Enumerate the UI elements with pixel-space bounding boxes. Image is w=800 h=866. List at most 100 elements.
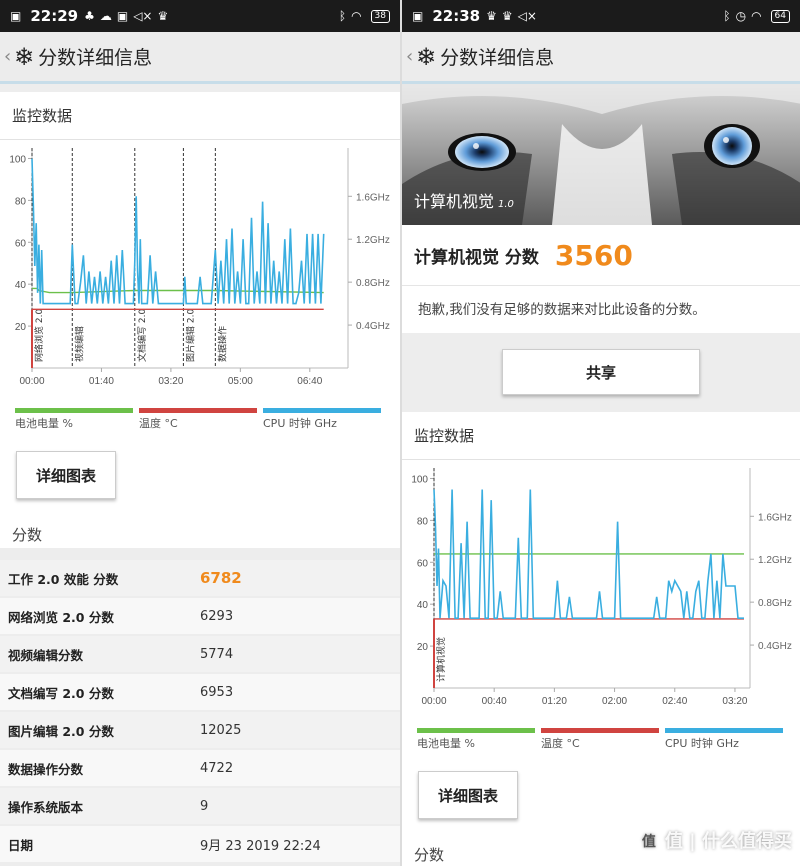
test-marker-label: 计算机视觉 xyxy=(435,637,447,682)
x-tick-label: 00:00 xyxy=(19,376,44,387)
monitor-chart: 20 40 60 80 100 0.4GHz 0.8GHz 1.2GHz 1.6GHz 00:00… xyxy=(9,148,390,387)
legend-cpu: CPU 时钟 GHz xyxy=(263,408,381,431)
y-tick-label-right: 1.2GHz xyxy=(758,555,792,566)
table-row: 图片编辑 2.0 分数 12025 xyxy=(0,712,400,748)
y-tick-label-left: 80 xyxy=(417,516,429,527)
score-name: 工作 2.0 效能 分数 xyxy=(8,571,119,587)
husky-hero-image: 计算机视觉 1.0 xyxy=(402,84,800,225)
status-bar: ▣ 22:38 ♛ ♛ ◁× ᛒ ◷ ◠ 64 xyxy=(402,0,800,32)
alarm-icon: ◷ xyxy=(735,9,747,23)
wifi-icon: ◠ xyxy=(751,9,762,23)
chart-legend: 电池电量 % 温度 °C CPU 时钟 GHz xyxy=(15,408,381,431)
score-value: 6782 xyxy=(200,569,242,587)
title-bar: ‹ ❄ 分数详细信息 xyxy=(0,32,400,84)
score-value: 3560 xyxy=(554,238,633,272)
score-value: 5774 xyxy=(200,646,234,662)
detail-chart-button[interactable]: 详细图表 xyxy=(418,771,518,819)
table-row: 数据操作分数 4722 xyxy=(0,750,400,786)
legend-temperature: 温度 °C xyxy=(139,408,257,431)
score-name: 操作系统版本 xyxy=(8,799,84,815)
score-value: 6293 xyxy=(200,608,234,624)
test-marker-label: 视频编辑 xyxy=(73,326,85,362)
battery-indicator: 64 xyxy=(770,9,790,23)
status-time: 22:38 xyxy=(432,7,481,25)
cloud-icon: ☁ xyxy=(99,9,112,23)
legend-swatch-cpu xyxy=(665,728,783,733)
scores-table: 工作 2.0 效能 分数 6782 网络浏览 2.0 分数 6293 视频编辑分数 5… xyxy=(0,560,400,864)
mute-icon: ◁× xyxy=(133,9,153,23)
legend-label: 温度 °C xyxy=(139,417,178,430)
cpu-clock-series-line xyxy=(31,158,325,305)
table-row: 视频编辑分数 5774 xyxy=(0,636,400,672)
image-icon: ▣ xyxy=(116,9,129,23)
title-bar: ‹ ❄ 分数详细信息 xyxy=(402,32,800,84)
score-value: 6953 xyxy=(200,684,234,700)
back-icon[interactable]: ‹ xyxy=(406,46,416,67)
status-time: 22:29 xyxy=(30,7,79,25)
page-title: 分数详细信息 xyxy=(38,47,153,69)
y-tick-label-right: 0.4GHz xyxy=(758,641,792,652)
legend-temperature: 温度 °C xyxy=(541,728,659,751)
y-tick-label-left: 100 xyxy=(411,474,428,485)
score-value: 9月 23 2019 22:24 xyxy=(200,838,321,854)
score-name: 网络浏览 2.0 分数 xyxy=(8,609,114,625)
table-row: 操作系统版本 9 xyxy=(0,788,400,824)
test-marker-label: 文档编写 2.0 xyxy=(136,309,148,362)
watermark-logo-icon: 值 xyxy=(636,830,661,854)
mute-icon: ◁× xyxy=(517,9,537,23)
hero-version: 1.0 xyxy=(498,199,514,210)
bluetooth-icon: ᛒ xyxy=(338,9,347,23)
legend-swatch-temperature xyxy=(139,408,257,413)
crown-icon: ♛ xyxy=(486,9,497,23)
test-marker-label: 数据操作 xyxy=(216,326,228,362)
scores-title: 分数 xyxy=(414,846,445,864)
status-bar: ▣ 22:29 ♣ ☁ ▣ ◁× ♛ ᛒ ◠ 38 xyxy=(0,0,400,32)
detail-chart-button[interactable]: 详细图表 xyxy=(16,451,116,499)
x-tick-label: 05:00 xyxy=(228,376,253,387)
score-name: 视频编辑分数 xyxy=(8,647,84,663)
score-value: 4722 xyxy=(200,760,234,776)
legend-swatch-cpu xyxy=(263,408,381,413)
legend-cpu: CPU 时钟 GHz xyxy=(665,728,783,751)
score-name: 日期 xyxy=(8,837,34,853)
legend-label: 电池电量 % xyxy=(417,737,475,750)
snowflake-logo-icon: ❄ xyxy=(416,42,437,71)
test-marker-label: 图片编辑 2.0 xyxy=(184,309,196,362)
page-title: 分数详细信息 xyxy=(440,47,555,69)
legend-swatch-battery xyxy=(15,408,133,413)
back-icon[interactable]: ‹ xyxy=(4,46,14,67)
legend-swatch-battery xyxy=(417,728,535,733)
y-tick-label-left: 40 xyxy=(417,600,429,611)
legend-label: 温度 °C xyxy=(541,737,580,750)
y-tick-label-left: 60 xyxy=(15,238,27,249)
score-name: 数据操作分数 xyxy=(8,761,84,777)
legend-label: CPU 时钟 GHz xyxy=(665,737,739,750)
y-tick-label-right: 0.4GHz xyxy=(356,321,390,332)
bluetooth-icon: ᛒ xyxy=(723,9,731,23)
watermark-text: 值 | 什么值得买 xyxy=(664,831,792,852)
score-name: 文档编写 2.0 分数 xyxy=(8,685,114,701)
table-row: 日期 9月 23 2019 22:24 xyxy=(0,826,400,862)
legend-label: CPU 时钟 GHz xyxy=(263,417,337,430)
monitor-title: 监控数据 xyxy=(402,412,800,460)
legend-battery: 电池电量 % xyxy=(15,408,133,431)
x-tick-label: 02:40 xyxy=(662,696,687,707)
right-phone-screen: ▣ 22:38 ♛ ♛ ◁× ᛒ ◷ ◠ 64 ‹ ❄ 分数详细信息 计算机视觉… xyxy=(400,0,800,866)
penguin-icon: ♣ xyxy=(84,9,95,23)
notification-icon: ▣ xyxy=(10,9,22,23)
scores-title: 分数 xyxy=(12,526,43,544)
x-tick-label: 00:00 xyxy=(421,696,446,707)
wifi-icon: ◠ xyxy=(351,9,362,23)
hero-caption: 计算机视觉 1.0 xyxy=(414,188,514,212)
legend-battery: 电池电量 % xyxy=(417,728,535,751)
score-name: 图片编辑 2.0 分数 xyxy=(8,723,114,739)
table-row: 网络浏览 2.0 分数 6293 xyxy=(0,598,400,634)
crown-icon: ♛ xyxy=(157,9,169,23)
monitor-card: 监控数据 20 40 60 80 100 0.4GHz 0.8GHz 1.2GHz 1.6GHz… xyxy=(0,92,400,548)
left-phone-screen: ▣ 22:29 ♣ ☁ ▣ ◁× ♛ ᛒ ◠ 38 ‹ ❄ 分数详细信息 监控数… xyxy=(0,0,400,866)
x-tick-label: 01:40 xyxy=(89,376,114,387)
snowflake-logo-icon: ❄ xyxy=(14,42,35,71)
y-tick-label-left: 60 xyxy=(417,558,429,569)
share-button[interactable]: 共享 xyxy=(502,349,700,395)
x-tick-label: 01:20 xyxy=(542,696,567,707)
